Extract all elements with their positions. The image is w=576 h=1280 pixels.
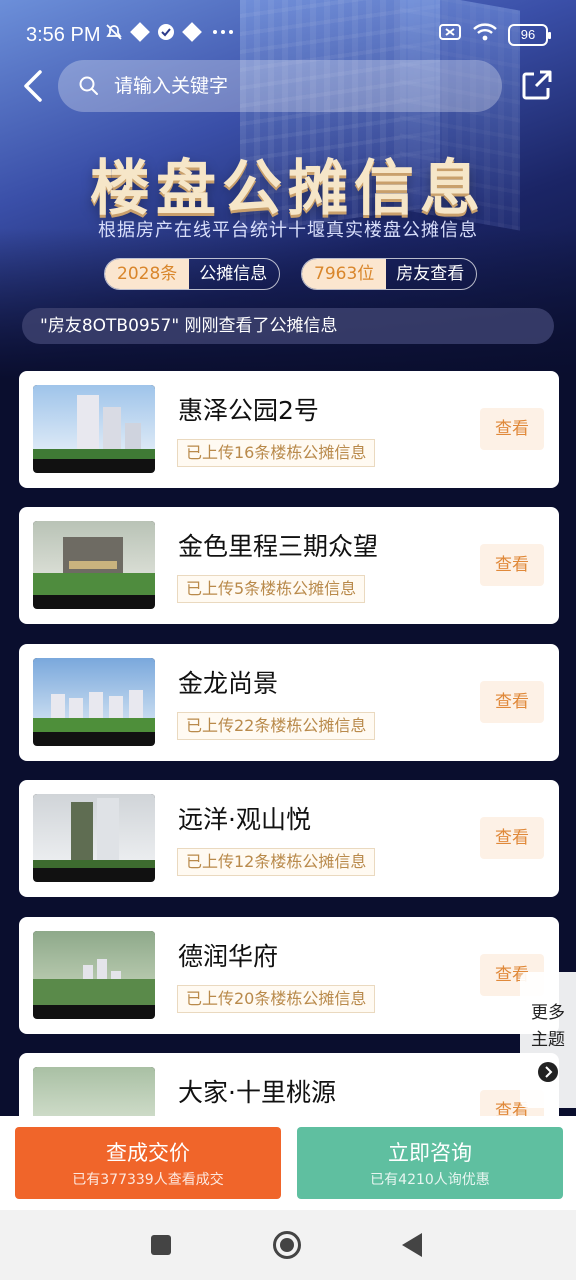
listing-thumbnail [33,658,155,746]
status-system-icons: 96 [438,22,551,47]
page-subtitle: 根据房产在线平台统计十堰真实楼盘公摊信息 [98,220,478,241]
more-topics-button[interactable]: 更多 主题 [520,972,576,1108]
chevron-right-icon [538,1062,558,1082]
listing-thumbnail [33,794,155,882]
back-arrow-icon[interactable] [18,66,52,106]
stat-label: 公摊信息 [199,264,268,284]
listing-thumbnail [33,931,155,1019]
listing-name: 大家·十里桃源 [178,1078,336,1107]
top-bar [0,58,576,114]
app-icon [130,22,150,42]
listing-thumbnail [33,521,155,609]
stat-pill-viewer-count: 7963位 房友查看 [301,258,478,290]
consult-now-button[interactable]: 立即咨询 已有4210人询优惠 [297,1127,563,1199]
view-button[interactable]: 查看 [480,817,544,859]
cta-title: 立即咨询 [388,1141,472,1165]
status-notification-icons [104,22,238,42]
view-button[interactable]: 查看 [480,681,544,723]
listing-name: 远洋·观山悦 [178,805,311,834]
more-dots-icon [208,22,238,42]
listing-upload-tag: 已上传22条楼栋公摊信息 [177,712,376,740]
listing-name: 金龙尚景 [178,669,279,698]
listing-upload-tag: 已上传16条楼栋公摊信息 [177,439,376,467]
view-button[interactable]: 查看 [480,408,544,450]
listing-card[interactable]: 金色里程三期众望 已上传5条楼栋公摊信息 查看 [19,507,559,624]
mute-icon [104,22,124,42]
recent-apps-icon[interactable] [151,1235,171,1255]
listing-name: 惠泽公园2号 [178,396,319,425]
status-time: 3:56 PM [26,24,101,46]
bottom-action-bar: 查成交价 已有377339人查看成交 立即咨询 已有4210人询优惠 [0,1116,576,1210]
listing-card[interactable]: 德润华府 已上传20条楼栋公摊信息 查看 [19,917,559,1034]
app-icon [182,22,202,42]
listing-upload-tag: 已上传5条楼栋公摊信息 [177,575,366,603]
back-triangle-icon[interactable] [402,1233,422,1257]
listing-upload-tag: 已上传12条楼栋公摊信息 [177,848,376,876]
page-title: 楼盘公摊信息 [90,154,486,224]
check-badge-icon [156,22,176,42]
listing-card[interactable]: 远洋·观山悦 已上传12条楼栋公摊信息 查看 [19,780,559,897]
search-input[interactable] [114,66,484,106]
stat-value: 7963位 [302,259,387,289]
cta-subtitle: 已有377339人查看成交 [72,1172,224,1188]
listing-thumbnail [33,385,155,473]
view-button[interactable]: 查看 [480,544,544,586]
listing-name: 金色里程三期众望 [178,532,379,561]
check-deal-price-button[interactable]: 查成交价 已有377339人查看成交 [15,1127,281,1199]
wifi-icon [472,22,498,47]
search-icon [79,76,98,95]
share-icon[interactable] [520,68,554,102]
sim-off-icon [438,22,462,47]
cta-title: 查成交价 [106,1141,190,1165]
more-topics-label-1: 更多 [531,1003,565,1023]
listing-card[interactable]: 惠泽公园2号 已上传16条楼栋公摊信息 查看 [19,371,559,488]
listing-card[interactable]: 金龙尚景 已上传22条楼栋公摊信息 查看 [19,644,559,761]
more-topics-label-2: 主题 [531,1030,565,1050]
home-icon[interactable] [273,1231,301,1259]
activity-ticker: "房友8OTB0957" 刚刚查看了公摊信息 [22,308,554,344]
system-navigation-bar [0,1210,576,1280]
listing-upload-tag: 已上传20条楼栋公摊信息 [177,985,376,1013]
stat-value: 2028条 [105,259,190,289]
listing-name: 德润华府 [178,942,279,971]
stat-pill-info-count: 2028条 公摊信息 [104,258,281,290]
cta-subtitle: 已有4210人询优惠 [370,1172,490,1188]
search-bar[interactable] [58,60,502,112]
battery-icon: 96 [508,23,551,46]
stat-label: 房友查看 [396,264,465,284]
